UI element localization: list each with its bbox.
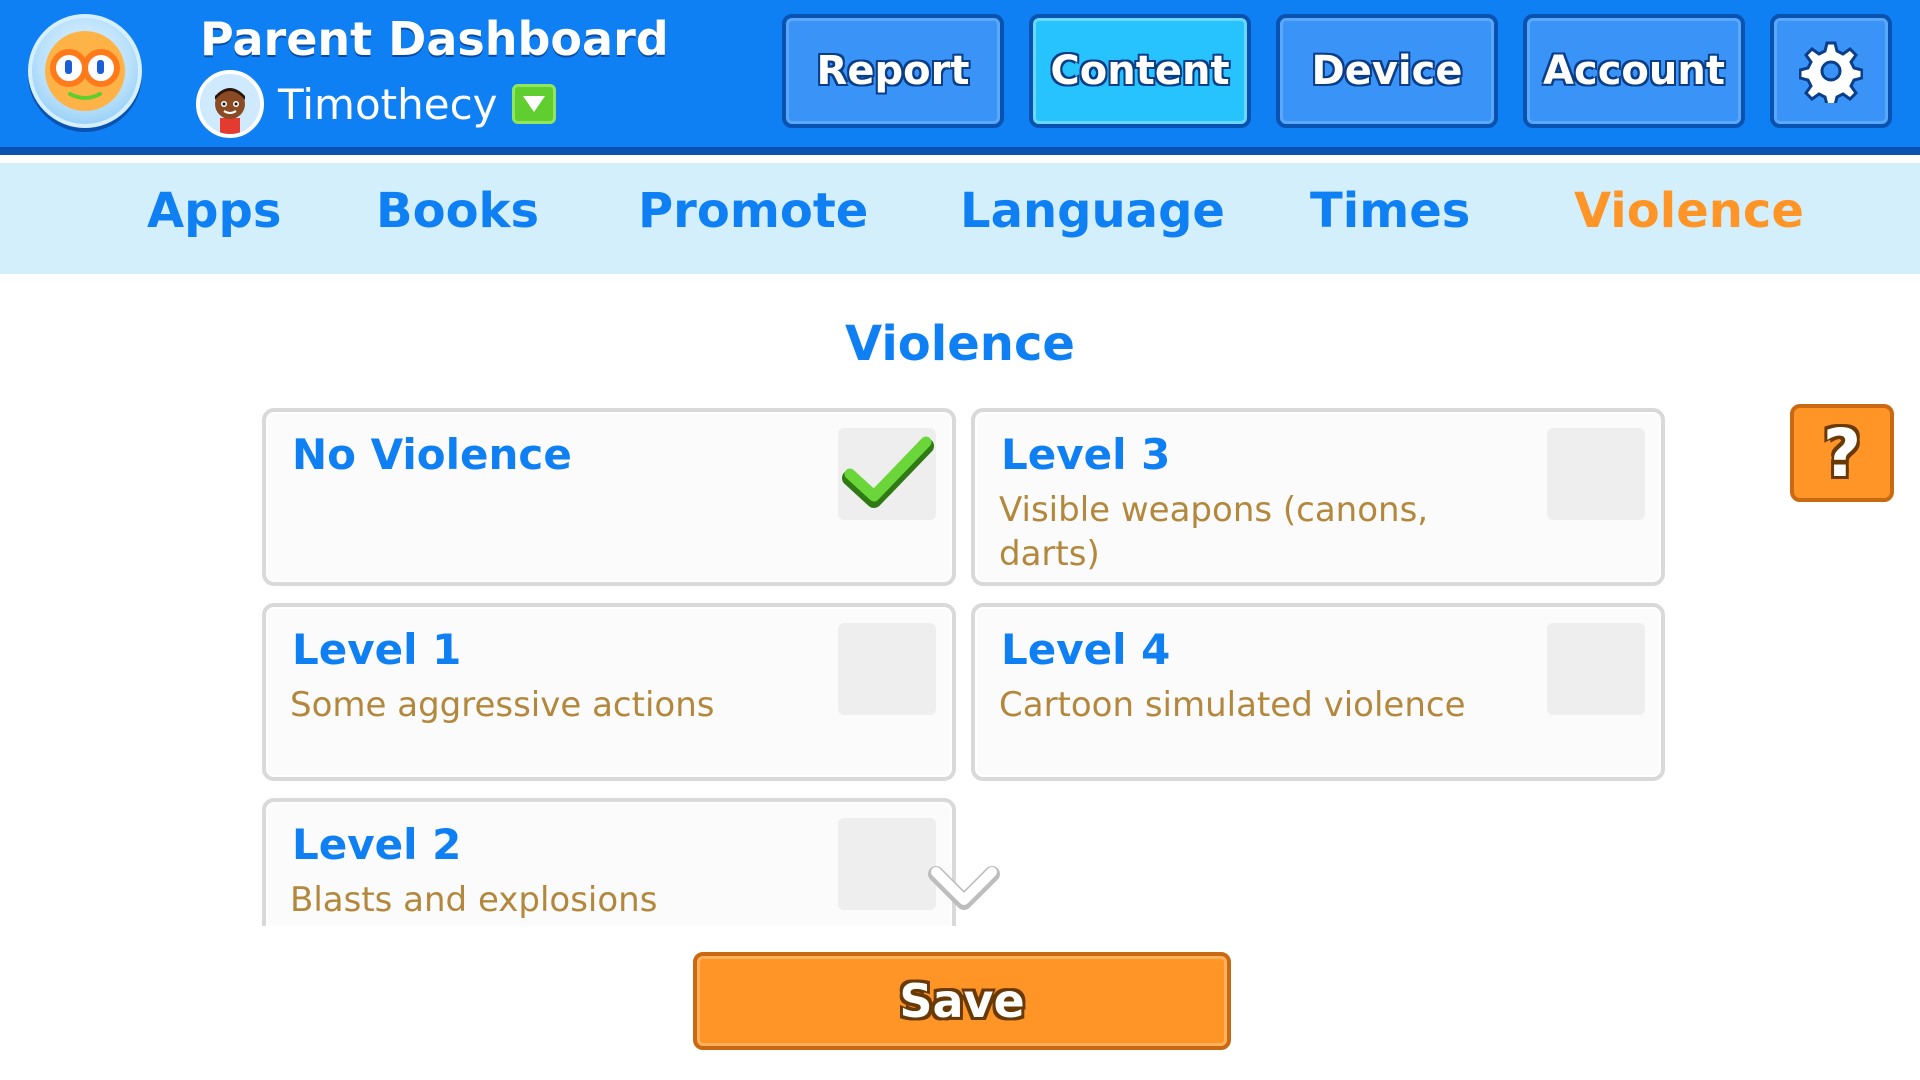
option-level-1[interactable]: Level 1 Some aggressive actions <box>262 603 956 781</box>
tab-promote[interactable]: Promote <box>638 183 868 239</box>
dashboard-title: Parent Dashboard <box>200 12 669 66</box>
option-description: Cartoon simulated violence <box>999 685 1466 725</box>
save-button[interactable]: Save <box>693 952 1231 1050</box>
question-mark-icon: ? <box>1822 414 1862 492</box>
tab-violence[interactable]: Violence <box>1574 183 1804 239</box>
checkmark-icon <box>842 436 934 508</box>
child-name: Timothecy <box>278 79 498 129</box>
nav-device-button[interactable]: Device <box>1276 14 1498 128</box>
settings-button[interactable] <box>1770 14 1892 128</box>
section-title: Violence <box>845 316 1075 372</box>
nav-content-button[interactable]: Content <box>1029 14 1251 128</box>
nav-account-button[interactable]: Account <box>1523 14 1745 128</box>
option-checkbox[interactable] <box>1547 623 1645 715</box>
violence-options-list[interactable]: No Violence Level 3 Visible weapons (can… <box>258 404 1668 926</box>
child-profile-selector[interactable]: Timothecy <box>196 70 556 138</box>
option-description: Blasts and explosions <box>290 880 658 920</box>
chevron-down-icon[interactable] <box>926 862 1002 914</box>
option-no-violence[interactable]: No Violence <box>262 408 956 586</box>
child-avatar-icon <box>196 70 264 138</box>
option-checkbox[interactable] <box>838 623 936 715</box>
option-description: Visible weapons (canons, darts) <box>999 490 1429 574</box>
option-checkbox[interactable] <box>838 818 936 910</box>
tab-times[interactable]: Times <box>1310 183 1470 239</box>
gear-icon <box>1799 41 1863 103</box>
option-description: Some aggressive actions <box>290 685 715 725</box>
option-title: Level 1 <box>292 625 462 674</box>
tab-language[interactable]: Language <box>960 183 1225 239</box>
option-title: No Violence <box>292 430 572 479</box>
tab-books[interactable]: Books <box>376 183 539 239</box>
option-title: Level 3 <box>1001 430 1171 479</box>
option-title: Level 2 <box>292 820 462 869</box>
app-header: Parent Dashboard Timothecy Report Conten… <box>0 0 1920 155</box>
nav-report-button[interactable]: Report <box>782 14 1004 128</box>
option-title: Level 4 <box>1001 625 1171 674</box>
triangle-down-icon[interactable] <box>511 84 556 124</box>
help-button[interactable]: ? <box>1790 404 1894 502</box>
option-level-2[interactable]: Level 2 Blasts and explosions <box>262 798 956 926</box>
tab-apps[interactable]: Apps <box>147 183 281 239</box>
option-level-3[interactable]: Level 3 Visible weapons (canons, darts) <box>971 408 1665 586</box>
option-checkbox[interactable] <box>1547 428 1645 520</box>
option-checkbox[interactable] <box>838 428 936 520</box>
goggle-eyes-logo-icon <box>28 14 142 128</box>
content-subtabs: Apps Books Promote Language Times Violen… <box>0 163 1920 274</box>
option-level-4[interactable]: Level 4 Cartoon simulated violence <box>971 603 1665 781</box>
